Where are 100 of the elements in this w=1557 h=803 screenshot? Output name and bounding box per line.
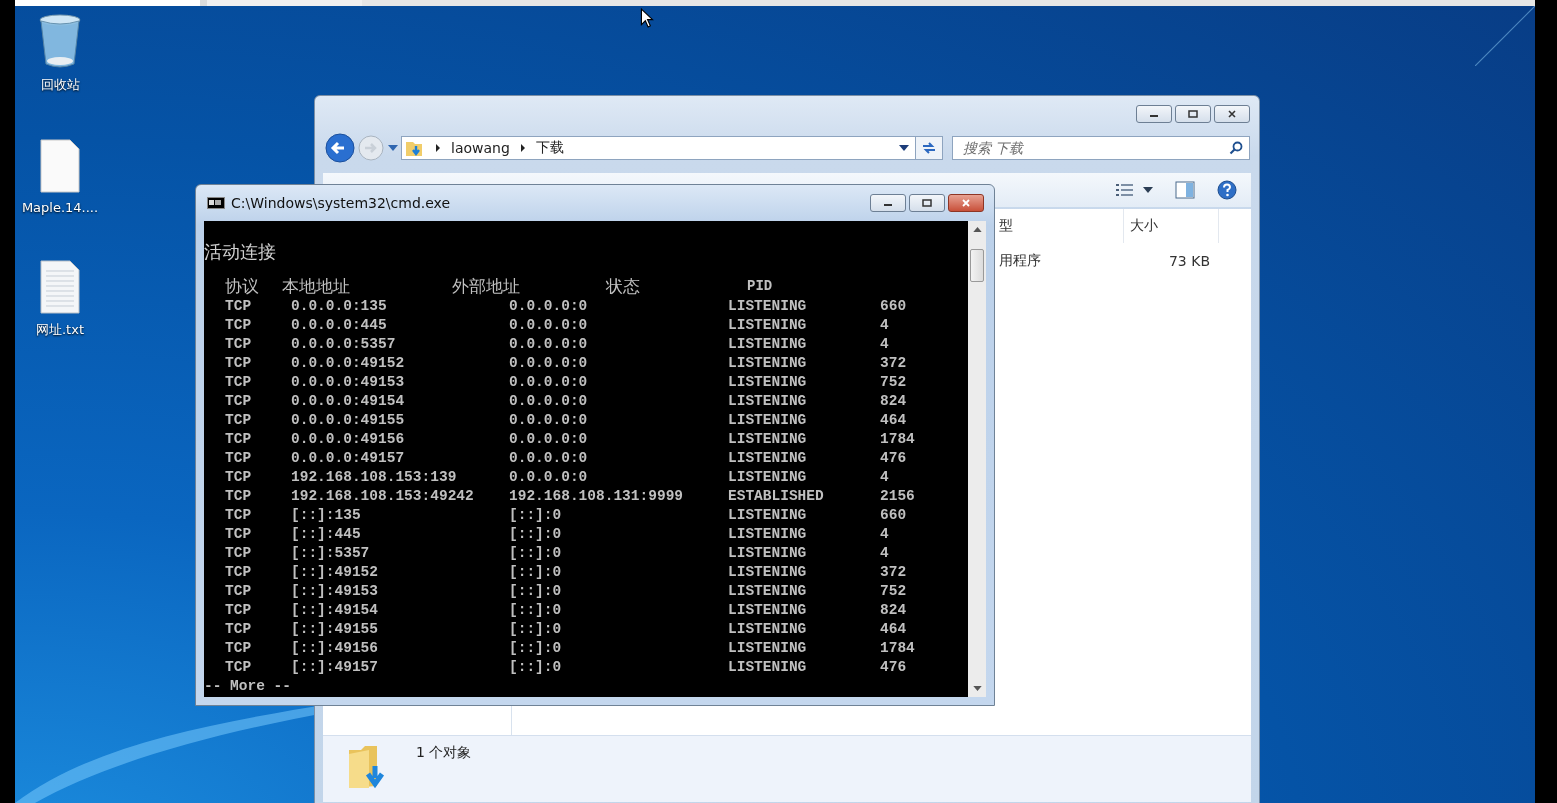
console-cell-text: 192.168.108.153:139 bbox=[291, 468, 458, 487]
console-cell-text: LISTENING bbox=[728, 373, 808, 392]
console-cell-text: 0.0.0.0:445 bbox=[291, 316, 388, 335]
desktop-icon-label[interactable]: 回收站 bbox=[40, 76, 80, 94]
console-cell-text: LISTENING bbox=[728, 354, 808, 373]
breadcrumb-arrow-icon[interactable] bbox=[435, 143, 441, 153]
console-cell-text: [::]:49154 bbox=[291, 601, 379, 620]
column-header[interactable]: 大小 bbox=[1123, 209, 1218, 243]
breadcrumb[interactable]: laowang bbox=[451, 140, 510, 156]
file-size-cell-text: 73 KB bbox=[1167, 253, 1211, 269]
file-type-cell-text: 用程序 bbox=[999, 252, 1042, 270]
file-icon[interactable] bbox=[38, 138, 82, 194]
breadcrumb-arrow-icon[interactable] bbox=[519, 143, 526, 153]
console-cell-text: 824 bbox=[880, 601, 908, 620]
console-cell-text: 2156 bbox=[880, 487, 916, 506]
console-cell-text: TCP bbox=[225, 468, 253, 487]
console-cell-text: ESTABLISHED bbox=[728, 487, 825, 506]
console-cell-text: 0.0.0.0:0 bbox=[509, 411, 589, 430]
mouse-cursor-icon bbox=[640, 8, 654, 28]
console-cell-text: [::]:0 bbox=[509, 563, 563, 582]
console-cell-text: [::]:0 bbox=[509, 506, 563, 525]
console-cell-text: 1784 bbox=[880, 639, 916, 658]
column-header: 本地地址 bbox=[282, 275, 351, 297]
console-cell-text: 0.0.0.0:49154 bbox=[291, 392, 406, 411]
console-cell-text: 752 bbox=[880, 373, 908, 392]
console-cell-text: 0.0.0.0:0 bbox=[509, 354, 589, 373]
console-cell-text: 0.0.0.0:49155 bbox=[291, 411, 406, 430]
console-cell-text: [::]:0 bbox=[509, 601, 563, 620]
console-cell-text: 192.168.108.153:49242 bbox=[291, 487, 475, 506]
back-button[interactable] bbox=[324, 132, 356, 164]
close-button[interactable] bbox=[948, 194, 984, 212]
console-cell-text: 372 bbox=[880, 354, 908, 373]
console-cell-text: 0.0.0.0:0 bbox=[509, 297, 589, 316]
recycle-bin-icon[interactable] bbox=[38, 14, 82, 70]
refresh-icon bbox=[921, 141, 937, 155]
close-icon bbox=[961, 199, 971, 207]
maximize-button[interactable] bbox=[1175, 105, 1211, 123]
minimize-button[interactable] bbox=[870, 194, 906, 212]
minimize-button[interactable] bbox=[1136, 105, 1172, 123]
console-cell-text: [::]:0 bbox=[509, 639, 563, 658]
console-cell-text: 0.0.0.0:5357 bbox=[291, 335, 397, 354]
scroll-thumb[interactable] bbox=[970, 249, 984, 282]
maximize-button[interactable] bbox=[909, 194, 945, 212]
console-cell-text: LISTENING bbox=[728, 582, 808, 601]
console-cell-text: 0.0.0.0:0 bbox=[509, 430, 589, 449]
console-cell-text: 464 bbox=[880, 620, 908, 639]
console-cell-text: TCP bbox=[225, 392, 253, 411]
console-cell-text: [::]:5357 bbox=[291, 544, 371, 563]
column-header[interactable]: 型 bbox=[999, 209, 1123, 243]
view-options-icon[interactable] bbox=[1115, 182, 1135, 198]
scroll-down-icon[interactable] bbox=[972, 686, 982, 691]
console-cell-text: TCP bbox=[225, 373, 253, 392]
caret-icon[interactable] bbox=[1143, 187, 1153, 193]
console-text: 活动连接 bbox=[204, 240, 277, 264]
console-cell-text: [::]:0 bbox=[509, 582, 563, 601]
console-cell-text: 1784 bbox=[880, 430, 916, 449]
console-cell-text: [::]:49152 bbox=[291, 563, 379, 582]
breadcrumb[interactable]: 下载 bbox=[535, 139, 564, 157]
console-cell-text: 0.0.0.0:49156 bbox=[291, 430, 406, 449]
console-cell-text: 0.0.0.0:49152 bbox=[291, 354, 406, 373]
text-file-icon[interactable] bbox=[38, 259, 82, 315]
console-cell-text: LISTENING bbox=[728, 658, 808, 677]
console-cell-text: TCP bbox=[225, 449, 253, 468]
recent-pages-caret-icon[interactable] bbox=[388, 145, 398, 151]
console-cell-text: TCP bbox=[225, 563, 253, 582]
console-cell-text: 0.0.0.0:0 bbox=[509, 373, 589, 392]
console-cell-text: 4 bbox=[880, 468, 890, 487]
dropdown-caret-icon[interactable] bbox=[899, 145, 909, 151]
console-cell-text: 0.0.0.0:0 bbox=[509, 449, 589, 468]
desktop-icon-label[interactable]: Maple.14.... bbox=[21, 200, 99, 215]
console-cell-text: 192.168.108.131:9999 bbox=[509, 487, 685, 506]
console-cell-text: 0.0.0.0:49153 bbox=[291, 373, 406, 392]
console-cell-text: TCP bbox=[225, 335, 253, 354]
pager-prompt: -- More -- bbox=[204, 677, 292, 696]
column-header: PID bbox=[747, 277, 774, 296]
console-cell-text: LISTENING bbox=[728, 639, 808, 658]
console-cell-text: LISTENING bbox=[728, 316, 808, 335]
console-cell-text: LISTENING bbox=[728, 335, 808, 354]
console-cell-text: [::]:135 bbox=[291, 506, 362, 525]
console-cell-text: TCP bbox=[225, 487, 253, 506]
desktop-icon-label[interactable]: 网址.txt bbox=[36, 321, 84, 339]
refresh-button[interactable] bbox=[916, 136, 943, 160]
console-cell-text: [::]:49155 bbox=[291, 620, 379, 639]
search-icon bbox=[1229, 141, 1243, 155]
address-bar[interactable]: laowang 下载 bbox=[401, 136, 916, 160]
console-cell-text: [::]:49156 bbox=[291, 639, 379, 658]
console-cell-text: 824 bbox=[880, 392, 908, 411]
console-cell-text: [::]:49153 bbox=[291, 582, 379, 601]
console-cell-text: LISTENING bbox=[728, 563, 808, 582]
console-cell-text: LISTENING bbox=[728, 297, 808, 316]
close-button[interactable] bbox=[1214, 105, 1250, 123]
console-cell-text: 4 bbox=[880, 316, 890, 335]
console-cell-text: 0.0.0.0:135 bbox=[291, 297, 388, 316]
console-cell-text: TCP bbox=[225, 639, 253, 658]
console-cell-text: TCP bbox=[225, 525, 253, 544]
console-cell-text: TCP bbox=[225, 430, 253, 449]
help-icon[interactable] bbox=[1217, 180, 1237, 200]
console-cell-text: [::]:0 bbox=[509, 525, 563, 544]
search-field[interactable]: 搜索 下载 bbox=[952, 136, 1250, 160]
scroll-up-icon[interactable] bbox=[972, 227, 982, 232]
